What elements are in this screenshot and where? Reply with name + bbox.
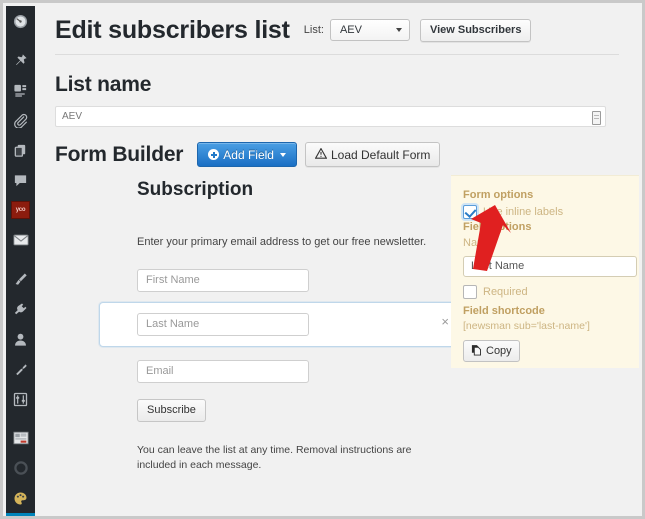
pages-icon bbox=[13, 143, 28, 158]
sidebar-item-users[interactable] bbox=[6, 324, 35, 354]
copy-icon bbox=[471, 344, 482, 359]
email-input[interactable]: Email bbox=[137, 359, 309, 383]
main-content: Edit subscribers list List: AEV View Sub… bbox=[35, 6, 639, 513]
list-name-value: AEV bbox=[62, 111, 83, 123]
last-name-input[interactable]: Last Name bbox=[137, 312, 309, 336]
sidebar-item-panel[interactable] bbox=[6, 423, 35, 453]
required-row[interactable]: Required bbox=[463, 284, 637, 299]
sidebar-divider bbox=[6, 36, 35, 45]
paperclip-icon bbox=[13, 113, 28, 128]
wrench-icon bbox=[13, 362, 28, 377]
password-reveal-icon[interactable] bbox=[592, 111, 601, 126]
field-options-heading: Field options bbox=[463, 220, 532, 233]
subscription-lead: Enter your primary email address to get … bbox=[137, 236, 427, 249]
copy-label: Copy bbox=[486, 345, 512, 358]
sidebar-item-pin[interactable] bbox=[6, 45, 35, 75]
envelope-icon bbox=[12, 233, 29, 247]
sidebar-item-tools[interactable] bbox=[6, 354, 35, 384]
list-select-value: AEV bbox=[339, 24, 362, 36]
gauge-icon bbox=[13, 14, 28, 29]
header-divider bbox=[55, 54, 619, 55]
form-row-first-name[interactable]: First Name bbox=[137, 268, 479, 292]
form-options-panel: Form options Use inline labels Field opt… bbox=[451, 175, 639, 369]
form-footnote: You can leave the list at any time. Remo… bbox=[137, 443, 412, 471]
load-default-form-label: Load Default Form bbox=[330, 147, 431, 162]
list-name-input[interactable]: AEV bbox=[55, 106, 606, 128]
sidebar-item-settings[interactable] bbox=[6, 384, 35, 414]
field-shortcode-value: [newsman sub='last-name'] bbox=[463, 320, 590, 333]
inline-labels-label: Use inline labels bbox=[483, 205, 564, 218]
remove-field-icon[interactable]: × bbox=[441, 315, 449, 328]
sidebar-item-circle[interactable] bbox=[6, 453, 35, 483]
list-name-heading: List name bbox=[55, 73, 152, 96]
form-row-email[interactable]: Email bbox=[137, 359, 479, 383]
user-icon bbox=[13, 332, 28, 347]
browser-window: yco Edit subscribers list List: AEV View… bbox=[0, 0, 645, 519]
plug-icon bbox=[13, 302, 28, 317]
first-name-input[interactable]: First Name bbox=[137, 268, 309, 292]
sidebar-item-mail[interactable] bbox=[6, 225, 35, 255]
sidebar-item-seo[interactable]: yco bbox=[6, 195, 35, 225]
brush-icon bbox=[13, 272, 28, 287]
sidebar-item-palette[interactable] bbox=[6, 483, 35, 513]
form-row-last-name-selected[interactable]: Last Name × bbox=[99, 301, 461, 347]
badge-icon: yco bbox=[11, 201, 30, 219]
copy-button[interactable]: Copy bbox=[463, 340, 520, 363]
list-select[interactable]: AEV bbox=[329, 19, 410, 41]
posts-icon bbox=[13, 83, 28, 98]
sidebar-item-dashboard[interactable] bbox=[6, 6, 35, 36]
sidebar-divider-3 bbox=[6, 414, 35, 423]
page-header: Edit subscribers list List: AEV View Sub… bbox=[49, 6, 625, 45]
sidebar-item-newsman[interactable] bbox=[6, 513, 35, 516]
admin-sidebar[interactable]: yco bbox=[6, 6, 35, 516]
warning-triangle-icon bbox=[314, 147, 328, 162]
comment-icon bbox=[13, 173, 28, 188]
form-preview: Subscription Enter your primary email ad… bbox=[99, 179, 479, 473]
list-label: List: bbox=[303, 24, 324, 36]
sidebar-item-posts[interactable] bbox=[6, 75, 35, 105]
sidebar-item-comments[interactable] bbox=[6, 165, 35, 195]
subscribe-button[interactable]: Subscribe bbox=[137, 398, 206, 422]
builder-area: Subscription Enter your primary email ad… bbox=[49, 175, 639, 509]
view-subscribers-button[interactable]: View Subscribers bbox=[419, 18, 532, 42]
form-builder-heading: Form Builder bbox=[55, 143, 184, 167]
sidebar-item-appearance[interactable] bbox=[6, 264, 35, 294]
sidebar-divider-2 bbox=[6, 255, 35, 264]
panel-icon bbox=[12, 431, 29, 445]
pin-icon bbox=[13, 53, 28, 68]
sliders-icon bbox=[13, 392, 28, 407]
sidebar-item-pages[interactable] bbox=[6, 135, 35, 165]
form-builder-header: Form Builder Add Field Load Default Form bbox=[55, 142, 625, 168]
chevron-down-icon bbox=[395, 28, 402, 32]
subscription-heading: Subscription bbox=[137, 179, 254, 201]
page-title: Edit subscribers list bbox=[55, 16, 290, 44]
palette-icon bbox=[13, 491, 28, 506]
plus-circle-icon bbox=[208, 149, 220, 161]
page-wrap: Edit subscribers list List: AEV View Sub… bbox=[35, 6, 639, 509]
load-default-form-button[interactable]: Load Default Form bbox=[304, 142, 441, 168]
circle-icon bbox=[13, 461, 28, 475]
required-checkbox[interactable] bbox=[463, 284, 477, 299]
chevron-down-icon bbox=[279, 152, 286, 157]
sidebar-item-plugins[interactable] bbox=[6, 294, 35, 324]
required-label: Required bbox=[483, 285, 528, 298]
field-shortcode-heading: Field shortcode bbox=[463, 304, 545, 317]
sidebar-item-media[interactable] bbox=[6, 105, 35, 135]
add-field-button[interactable]: Add Field bbox=[197, 142, 297, 168]
form-options-heading: Form options bbox=[463, 189, 534, 202]
inline-labels-checkbox[interactable] bbox=[463, 204, 477, 219]
add-field-label: Add Field bbox=[223, 147, 274, 162]
inline-labels-row[interactable]: Use inline labels bbox=[463, 204, 637, 219]
field-name-input[interactable]: Last Name bbox=[463, 255, 637, 277]
list-selector-group: List: AEV View Subscribers bbox=[303, 18, 532, 42]
field-name-label: Name bbox=[463, 237, 493, 250]
